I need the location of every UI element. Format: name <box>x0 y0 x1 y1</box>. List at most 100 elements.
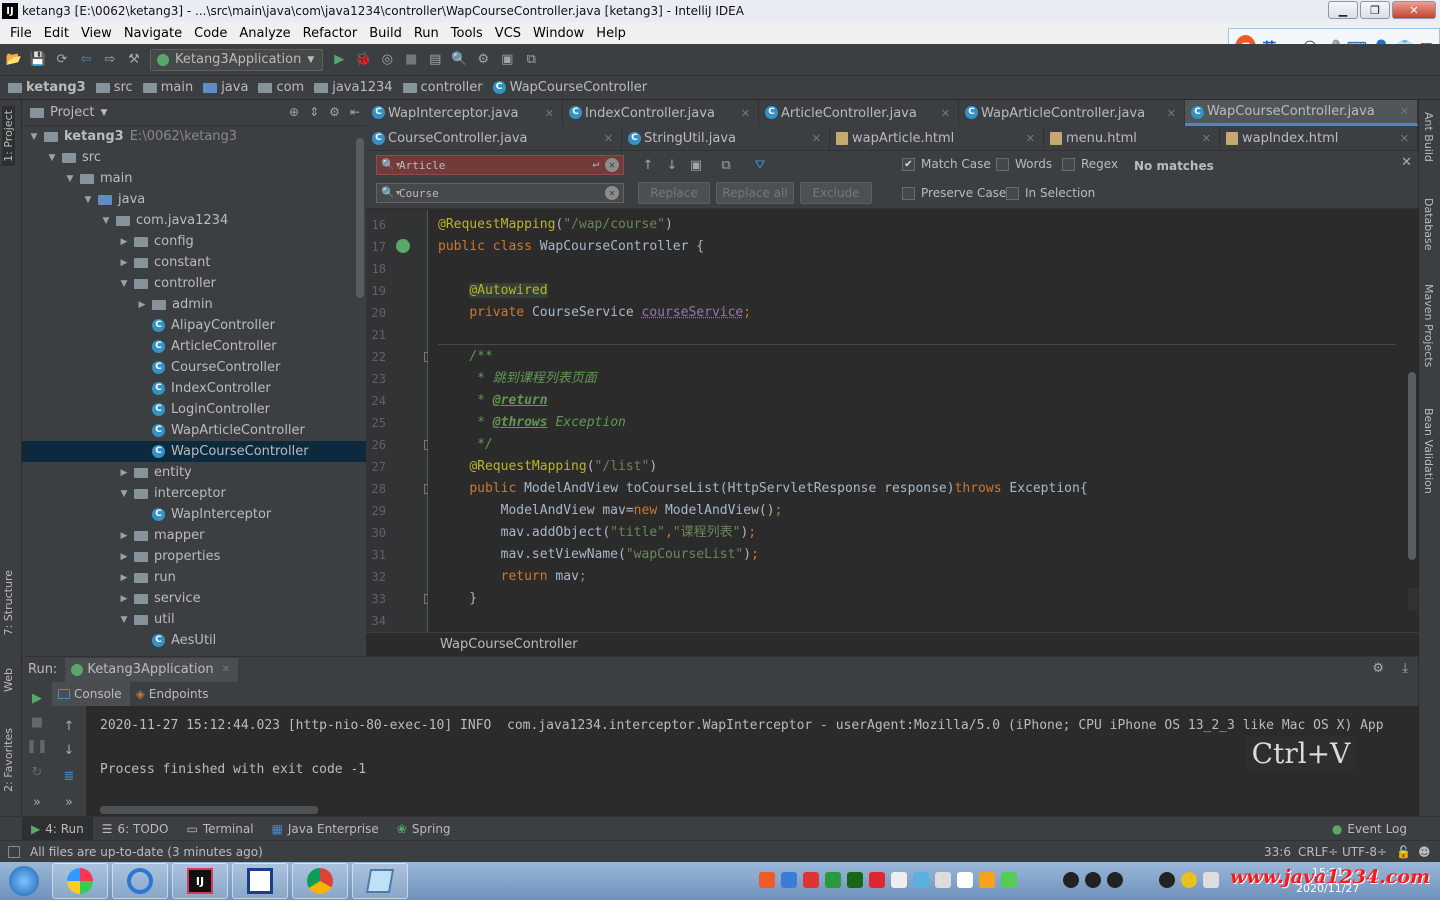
tree-item-entity[interactable]: ▶ entity <box>22 462 366 483</box>
sdk-icon[interactable]: ▣ <box>499 52 515 68</box>
close-tab-icon[interactable]: ✕ <box>741 107 750 120</box>
clear-search-icon[interactable]: ✕ <box>605 158 619 172</box>
more-icon[interactable]: » <box>29 794 45 810</box>
tree-item-main[interactable]: ▼ main <box>22 168 366 189</box>
volume-icon[interactable] <box>1203 872 1219 888</box>
code-editor[interactable]: @RequestMapping("/wap/course") public cl… <box>428 210 1408 632</box>
scroll-from-source-icon[interactable]: ⊕ <box>289 105 299 119</box>
chevron-down-icon[interactable]: ▼ <box>118 615 130 625</box>
more-icon[interactable]: » <box>61 794 77 810</box>
tree-item-wapinterceptor[interactable]: C WapInterceptor <box>22 504 366 525</box>
editor-breadcrumb[interactable]: WapCourseController <box>366 632 1418 656</box>
back-icon[interactable]: ⇦ <box>78 52 94 68</box>
menu-view[interactable]: View <box>75 26 118 41</box>
chevron-down-icon[interactable]: ▼ <box>118 279 130 289</box>
tree-item-src[interactable]: ▼ src <box>22 147 366 168</box>
crumb-java[interactable]: java <box>203 80 248 95</box>
java-enterprise-tool-tab[interactable]: ▦ Java Enterprise <box>263 817 388 840</box>
menu-file[interactable]: File <box>4 26 38 41</box>
console-output[interactable]: 2020-11-27 15:12:44.023 [http-nio-80-exe… <box>86 706 1418 816</box>
chevron-down-icon[interactable]: ▼ <box>118 489 130 499</box>
lock-icon[interactable]: 🔓 <box>1396 845 1411 859</box>
tree-item-interceptor[interactable]: ▼ interceptor <box>22 483 366 504</box>
chevron-down-icon[interactable]: ▼ <box>100 108 107 118</box>
chevron-down-icon[interactable]: ▼ <box>28 132 40 142</box>
close-find-icon[interactable]: ✕ <box>1401 155 1412 170</box>
search-input[interactable]: 🔍▾ Article ↵ ✕ <box>376 155 624 175</box>
bean-validation-tab[interactable]: Bean Validation <box>1422 408 1435 494</box>
preserve-case-checkbox[interactable]: Preserve Case <box>902 186 1006 200</box>
web-tool-tab[interactable]: Web <box>2 664 15 696</box>
tray-icon[interactable] <box>979 872 995 888</box>
tree-item-coursecontroller[interactable]: C CourseController <box>22 357 366 378</box>
menu-refactor[interactable]: Refactor <box>297 26 364 41</box>
qq-icon[interactable] <box>1085 872 1101 888</box>
chevron-down-icon[interactable]: ▼ <box>46 153 58 163</box>
up-arrow-icon[interactable]: ↑ <box>61 718 77 734</box>
crumb-src[interactable]: src <box>95 80 133 95</box>
taskbar-app-xmind[interactable] <box>232 863 288 899</box>
todo-tool-tab[interactable]: ☰ 6: TODO <box>93 817 178 840</box>
tree-item-indexcontroller[interactable]: C IndexController <box>22 378 366 399</box>
previous-occurrence-icon[interactable]: ↑ <box>640 157 656 173</box>
editor-tab-waparticle-html[interactable]: wapArticle.html ✕ <box>830 126 1044 150</box>
taskbar-app-ie[interactable] <box>112 863 168 899</box>
taskbar-app-chrome[interactable] <box>292 863 348 899</box>
tree-item-properties[interactable]: ▶ properties <box>22 546 366 567</box>
replace-button[interactable]: Replace <box>638 182 710 204</box>
menu-analyze[interactable]: Analyze <box>233 26 296 41</box>
qq-icon[interactable] <box>1107 872 1123 888</box>
run-config-select[interactable]: Ketang3Application ▼ <box>150 48 324 71</box>
tray-icon[interactable] <box>1181 872 1197 888</box>
event-log-tab[interactable]: ● Event Log <box>1323 817 1416 840</box>
tray-icon[interactable] <box>913 872 929 888</box>
tray-icon[interactable] <box>935 872 951 888</box>
chevron-right-icon[interactable]: ▶ <box>118 594 130 604</box>
editor-tab-wapindex-html[interactable]: wapIndex.html ✕ <box>1220 126 1418 150</box>
chevron-right-icon[interactable]: ▶ <box>118 531 130 541</box>
chevron-right-icon[interactable]: ▶ <box>118 237 130 247</box>
editor-tab-waparticlecontroller-java[interactable]: C WapArticleController.java ✕ <box>959 100 1185 126</box>
nvidia-icon[interactable] <box>847 872 863 888</box>
endpoints-tab[interactable]: ◈ Endpoints <box>130 682 217 706</box>
pause-icon[interactable]: ❚❚ <box>26 738 48 754</box>
chevron-down-icon[interactable]: ▼ <box>64 174 76 184</box>
editor-tab-coursecontroller-java[interactable]: C CourseController.java ✕ <box>366 126 622 150</box>
inspector-icon[interactable]: ☻ <box>1418 845 1431 859</box>
tree-item-wapcoursecontroller[interactable]: C WapCourseController <box>22 441 366 462</box>
close-tab-icon[interactable]: ✕ <box>1167 107 1176 120</box>
taskbar-app-notepad[interactable] <box>352 863 408 899</box>
spring-tool-tab[interactable]: ❀ Spring <box>388 817 460 840</box>
filter-icon[interactable]: ⛛ <box>752 157 768 173</box>
menu-vcs[interactable]: VCS <box>489 26 527 41</box>
minimize-button[interactable]: ▁ <box>1328 1 1358 19</box>
collapse-all-icon[interactable]: ⇕ <box>309 105 319 119</box>
exclude-button[interactable]: Exclude <box>800 182 872 204</box>
chevron-down-icon[interactable]: ▼ <box>82 195 94 205</box>
close-tab-icon[interactable]: ✕ <box>941 107 950 120</box>
ant-build-tab[interactable]: Ant Build <box>1422 112 1435 162</box>
notification-icon[interactable] <box>957 872 973 888</box>
editor-tab-indexcontroller-java[interactable]: C IndexController.java ✕ <box>563 100 759 126</box>
tree-item-aesutil[interactable]: C AesUtil <box>22 630 366 651</box>
search-everywhere-icon[interactable]: 🔍 <box>451 52 467 68</box>
words-checkbox[interactable]: Words <box>996 157 1052 171</box>
chevron-right-icon[interactable]: ▶ <box>118 573 130 583</box>
menu-code[interactable]: Code <box>188 26 233 41</box>
tree-item-mapper[interactable]: ▶ mapper <box>22 525 366 546</box>
editor-gutter[interactable]: 16 17 18 19 20 21 22 23 24 25 26 27 28 29 30 31 32 33 34 <box>366 210 434 632</box>
show-as-list-icon[interactable]: ⧉ <box>718 157 734 173</box>
database-tab[interactable]: Database <box>1422 198 1435 251</box>
tree-item-com-java1234[interactable]: ▼ com.java1234 <box>22 210 366 231</box>
crumb-project[interactable]: ketang3 <box>8 80 86 95</box>
close-tab-icon[interactable]: ✕ <box>1026 132 1035 145</box>
editor-tab-menu-html[interactable]: menu.html ✕ <box>1044 126 1220 150</box>
menu-navigate[interactable]: Navigate <box>118 26 188 41</box>
sogou-tray-icon[interactable] <box>759 872 775 888</box>
history-icon[interactable]: ↵ <box>592 157 599 170</box>
restore-icon[interactable]: ↻ <box>29 764 45 780</box>
close-tab-icon[interactable]: ✕ <box>1400 132 1409 145</box>
menu-build[interactable]: Build <box>363 26 408 41</box>
crumb-java1234[interactable]: java1234 <box>314 80 393 95</box>
wechat-icon[interactable] <box>1001 872 1017 888</box>
